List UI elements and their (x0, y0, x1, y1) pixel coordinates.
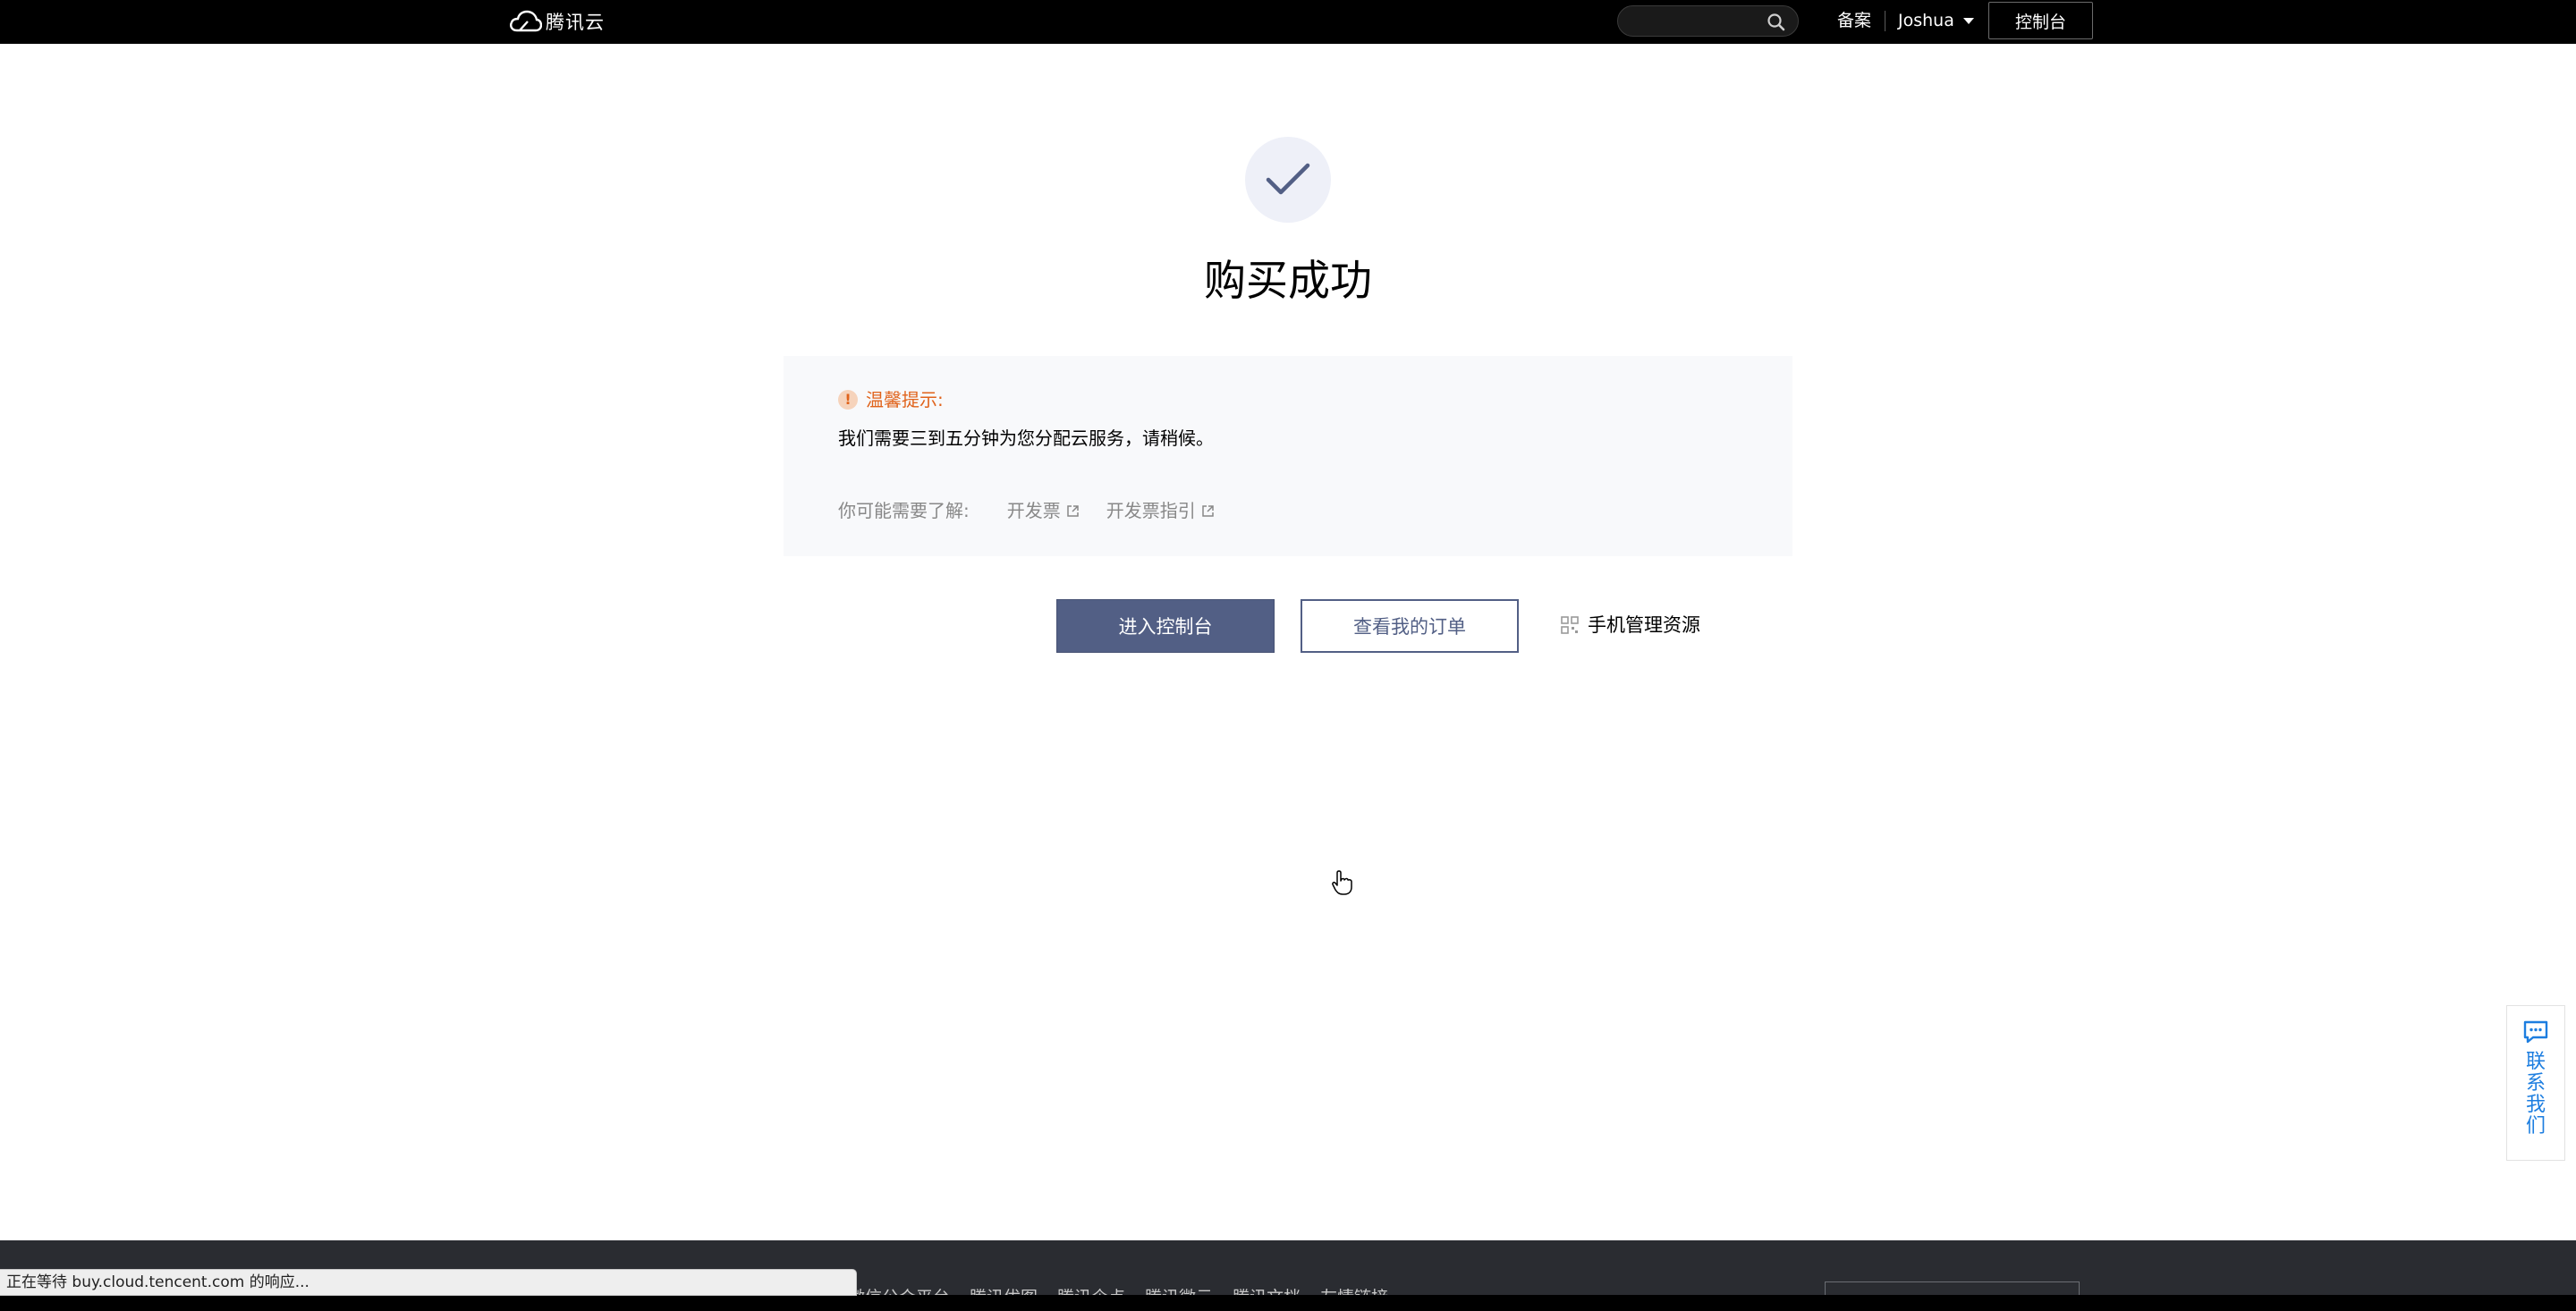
nav-beian-link[interactable]: 备案 (1837, 9, 1871, 32)
page-title: 购买成功 (1204, 257, 1372, 306)
tip-heading: ! 温馨提示: (838, 387, 944, 412)
search-input[interactable] (1617, 5, 1799, 37)
tencent-cloud-logo[interactable]: 腾讯云 (508, 7, 605, 36)
mobile-manage-link[interactable]: 手机管理资源 (1561, 612, 1700, 639)
logo-text: 腾讯云 (546, 12, 605, 33)
search-icon[interactable] (1767, 13, 1785, 31)
tip-heading-text: 温馨提示: (866, 389, 944, 410)
qr-code-icon (1561, 616, 1579, 634)
invoice-guide-link-label: 开发票指引 (1106, 500, 1196, 521)
external-link-icon (1067, 504, 1079, 517)
mobile-manage-label: 手机管理资源 (1588, 614, 1700, 636)
learn-more-label: 你可能需要了解: (838, 500, 970, 521)
invoice-link[interactable]: 开发票 (1007, 498, 1080, 523)
learn-more-row: 你可能需要了解: 开发票 开发票指引 (838, 498, 1241, 523)
external-link-icon (1202, 504, 1214, 517)
enter-console-button[interactable]: 进入控制台 (1056, 599, 1275, 653)
tip-message: 我们需要三到五分钟为您分配云服务，请稍候。 (838, 427, 1214, 449)
success-check-badge (1245, 137, 1331, 223)
chevron-down-icon (1962, 17, 1974, 24)
check-icon (1266, 163, 1310, 195)
browser-status-bar: 正在等待 buy.cloud.tencent.com 的响应... (0, 1269, 857, 1296)
contact-us-widget[interactable]: 联系我们 (2506, 1005, 2565, 1161)
warning-icon: ! (838, 390, 858, 410)
chat-icon (2523, 1020, 2548, 1044)
contact-us-label: 联系我们 (2526, 1051, 2546, 1138)
top-navbar: 腾讯云 备案 Joshua 控制台 (0, 0, 2576, 44)
invoice-guide-link[interactable]: 开发票指引 (1106, 498, 1215, 523)
tip-panel: ! 温馨提示: 我们需要三到五分钟为您分配云服务，请稍候。 你可能需要了解: 开… (784, 356, 1792, 556)
view-orders-button[interactable]: 查看我的订单 (1301, 599, 1519, 653)
user-name: Joshua (1898, 11, 1954, 30)
console-button[interactable]: 控制台 (1988, 2, 2093, 39)
cloud-logo-icon (510, 10, 542, 32)
hand-cursor-icon (1332, 870, 1352, 895)
invoice-link-label: 开发票 (1006, 500, 1061, 521)
user-menu[interactable]: Joshua (1898, 9, 1974, 32)
footer-bottom-strip (0, 1295, 2576, 1311)
